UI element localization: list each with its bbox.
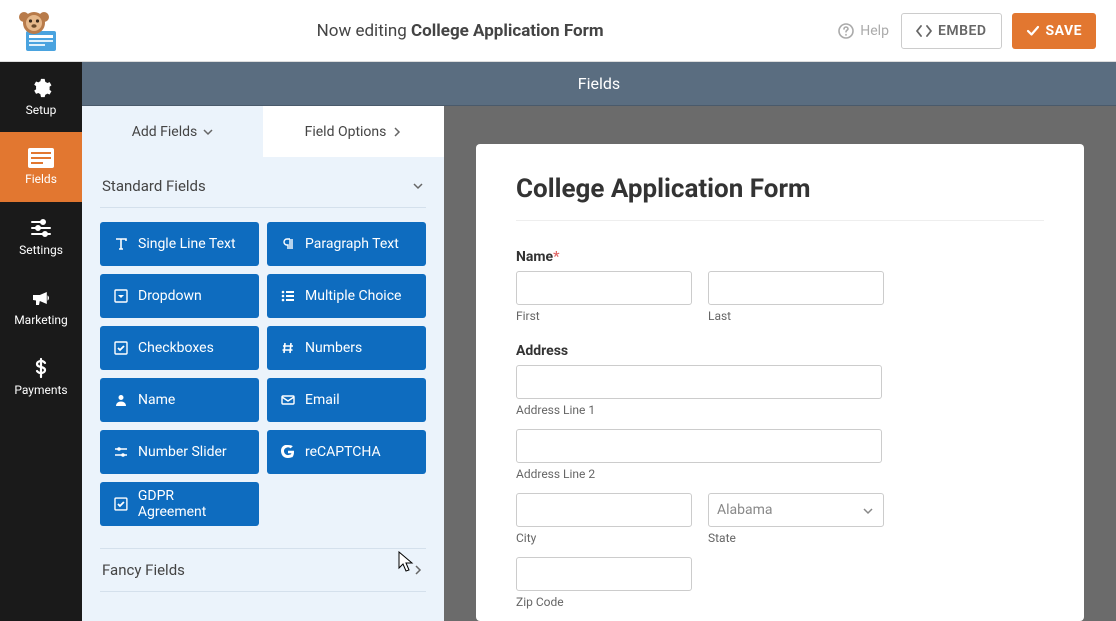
- tab-add-label: Add Fields: [132, 124, 198, 140]
- nav-setup[interactable]: Setup: [0, 62, 82, 132]
- nav-fields[interactable]: Fields: [0, 132, 82, 202]
- page-title: Now editing College Application Form: [82, 21, 838, 41]
- divider: [516, 220, 1044, 221]
- bullhorn-icon: [30, 287, 52, 309]
- top-bar: Now editing College Application Form Hel…: [0, 0, 1116, 62]
- field-recaptcha[interactable]: reCAPTCHA: [267, 430, 426, 474]
- panel-header: Fields: [82, 62, 1116, 106]
- field-paragraph-text[interactable]: Paragraph Text: [267, 222, 426, 266]
- sliders-icon: [30, 217, 52, 239]
- nav-setup-label: Setup: [26, 103, 57, 117]
- field-numbers[interactable]: Numbers: [267, 326, 426, 370]
- help-icon: [838, 23, 854, 39]
- chevron-right-icon: [392, 127, 402, 137]
- panel-tabs: Add Fields Field Options: [82, 106, 444, 157]
- tab-options-label: Field Options: [305, 124, 387, 140]
- envelope-icon: [281, 393, 295, 407]
- hashtag-icon: [281, 341, 295, 355]
- field-multiple-choice[interactable]: Multiple Choice: [267, 274, 426, 318]
- check-square-icon: [114, 497, 128, 511]
- nav-marketing[interactable]: Marketing: [0, 272, 82, 342]
- section-standard-fields[interactable]: Standard Fields: [100, 165, 426, 208]
- addr1-sublabel: Address Line 1: [516, 403, 882, 417]
- help-link[interactable]: Help: [838, 23, 889, 39]
- zip-sublabel: Zip Code: [516, 595, 692, 609]
- text-icon: [114, 237, 128, 251]
- chevron-down-icon: [203, 127, 213, 137]
- city-sublabel: City: [516, 531, 692, 545]
- field-dropdown[interactable]: Dropdown: [100, 274, 259, 318]
- state-select[interactable]: Alabama: [708, 493, 884, 527]
- section-fancy-fields[interactable]: Fancy Fields: [100, 548, 426, 592]
- gear-icon: [30, 77, 52, 99]
- embed-button[interactable]: EMBED: [901, 13, 1002, 49]
- sliders-h-icon: [114, 445, 128, 459]
- nav-settings[interactable]: Settings: [0, 202, 82, 272]
- chevron-right-icon: [412, 564, 424, 576]
- section-standard-label: Standard Fields: [102, 177, 206, 195]
- user-icon: [114, 393, 128, 407]
- field-email[interactable]: Email: [267, 378, 426, 422]
- first-sublabel: First: [516, 309, 692, 323]
- address-field-label: Address: [516, 343, 1044, 359]
- check-icon: [1026, 24, 1040, 38]
- form-title: College Application Form: [516, 174, 1044, 204]
- embed-label: EMBED: [938, 23, 987, 39]
- caret-square-icon: [114, 289, 128, 303]
- tab-field-options[interactable]: Field Options: [263, 106, 444, 157]
- first-name-input[interactable]: [516, 271, 692, 305]
- nav-payments[interactable]: Payments: [0, 342, 82, 412]
- last-sublabel: Last: [708, 309, 884, 323]
- zip-input[interactable]: [516, 557, 692, 591]
- field-checkboxes[interactable]: Checkboxes: [100, 326, 259, 370]
- addr2-sublabel: Address Line 2: [516, 467, 882, 481]
- form-icon: [28, 148, 54, 168]
- nav-payments-label: Payments: [14, 383, 67, 397]
- side-nav: Setup Fields Settings Marketing Payments: [0, 62, 82, 621]
- nav-settings-label: Settings: [19, 243, 63, 257]
- chevron-down-icon: [412, 180, 424, 192]
- address-line-2-input[interactable]: [516, 429, 882, 463]
- section-fancy-label: Fancy Fields: [102, 561, 185, 579]
- code-icon: [916, 23, 932, 39]
- tab-add-fields[interactable]: Add Fields: [82, 106, 263, 157]
- form-canvas: College Application Form Name* First Las…: [444, 106, 1116, 621]
- field-gdpr-agreement[interactable]: GDPR Agreement: [100, 482, 259, 526]
- editing-prefix: Now editing: [317, 21, 407, 41]
- google-icon: [281, 445, 295, 459]
- help-label: Help: [860, 23, 889, 39]
- save-label: SAVE: [1046, 23, 1083, 39]
- fields-panel: Add Fields Field Options Standard Fields: [82, 106, 444, 621]
- app-logo: [0, 0, 82, 62]
- form-preview[interactable]: College Application Form Name* First Las…: [476, 144, 1084, 621]
- paragraph-icon: [281, 237, 295, 251]
- dollar-icon: [30, 357, 52, 379]
- list-ul-icon: [281, 289, 295, 303]
- city-input[interactable]: [516, 493, 692, 527]
- check-square-icon: [114, 341, 128, 355]
- field-name[interactable]: Name: [100, 378, 259, 422]
- editing-form-name: College Application Form: [411, 21, 604, 41]
- save-button[interactable]: SAVE: [1012, 13, 1097, 49]
- field-single-line-text[interactable]: Single Line Text: [100, 222, 259, 266]
- address-line-1-input[interactable]: [516, 365, 882, 399]
- nav-marketing-label: Marketing: [14, 313, 68, 327]
- nav-fields-label: Fields: [25, 172, 57, 186]
- name-field-label: Name*: [516, 249, 1044, 265]
- chevron-down-icon: [862, 505, 874, 517]
- field-number-slider[interactable]: Number Slider: [100, 430, 259, 474]
- last-name-input[interactable]: [708, 271, 884, 305]
- state-sublabel: State: [708, 531, 884, 545]
